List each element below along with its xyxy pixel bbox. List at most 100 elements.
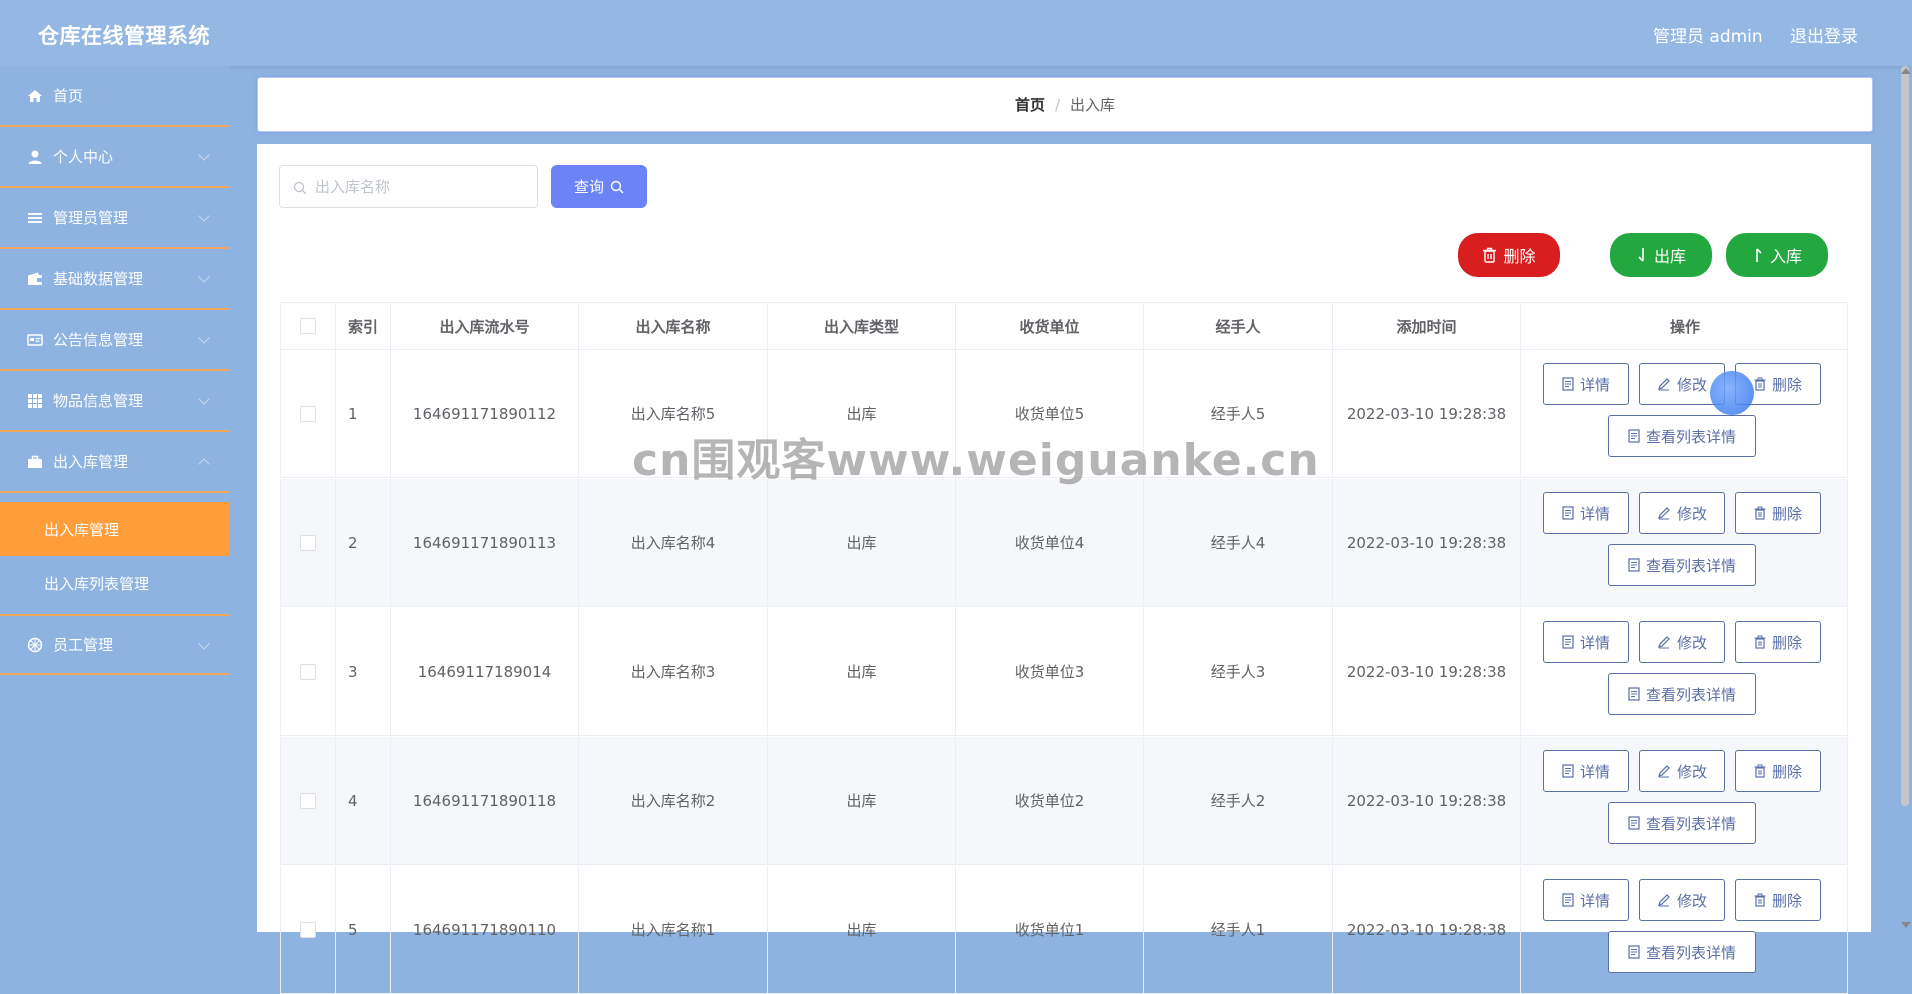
document-icon [1562,764,1574,778]
edit-icon [1657,377,1671,391]
outbound-button[interactable]: 出库 [1610,233,1712,277]
list-detail-button[interactable]: 查看列表详情 [1608,802,1756,844]
table-row: 4 164691171890118 出入库名称2 出库 收货单位2 经手人2 2022-03… [280,737,1848,865]
list-detail-label: 查看列表详情 [1645,427,1736,446]
edit-button[interactable]: 修改 [1639,879,1725,921]
cell-name: 出入库名称2 [579,737,768,864]
row-checkbox[interactable] [300,792,316,809]
sidebar-item-basic-data[interactable]: 基础数据管理 [0,249,230,310]
edit-button[interactable]: 修改 [1639,492,1725,534]
logout-link[interactable]: 退出登录 [1790,22,1858,47]
detail-label: 详情 [1579,375,1610,394]
table-row: 3 16469117189014 出入库名称3 出库 收货单位3 经手人3 2022-03-… [280,608,1848,736]
submenu-label: 出入库列表管理 [44,574,150,593]
row-checkbox[interactable] [300,921,316,938]
submenu-label: 出入库管理 [44,520,120,539]
cell-type: 出库 [768,866,956,993]
list-icon [27,210,43,226]
row-delete-button[interactable]: 删除 [1735,492,1821,534]
vertical-scrollbar[interactable] [1901,66,1909,806]
search-field[interactable] [279,165,538,208]
detail-button[interactable]: 详情 [1543,621,1629,663]
cell-name: 出入库名称1 [579,866,768,993]
cell-receiver: 收货单位1 [956,866,1144,993]
detail-button[interactable]: 详情 [1543,363,1629,405]
card-icon [27,332,43,348]
list-detail-button[interactable]: 查看列表详情 [1608,673,1756,715]
arrow-up-icon [1752,247,1764,263]
chevron-down-icon [198,271,210,283]
sidebar-item-label: 基础数据管理 [53,270,144,288]
edit-button[interactable]: 修改 [1639,621,1725,663]
wallet-icon [27,271,43,287]
sidebar-item-admin[interactable]: 管理员管理 [0,188,230,249]
row-checkbox[interactable] [300,405,316,422]
list-detail-button[interactable]: 查看列表详情 [1608,415,1756,457]
sidebar-item-goods[interactable]: 物品信息管理 [0,371,230,432]
edit-button[interactable]: 修改 [1639,750,1725,792]
outbound-label: 出库 [1653,247,1686,266]
row-delete-button[interactable]: 删除 [1735,879,1821,921]
sidebar-item-profile[interactable]: 个人中心 [0,127,230,188]
edit-label: 修改 [1676,375,1707,394]
cell-serial: 164691171890113 [391,479,579,606]
cell-handler: 经手人5 [1144,350,1333,477]
row-checkbox[interactable] [300,534,316,551]
scroll-up-arrow[interactable] [1901,68,1911,74]
breadcrumb-current: 出入库 [1070,96,1116,114]
breadcrumb: 首页 / 出入库 [257,77,1873,132]
sidebar-item-label: 管理员管理 [53,209,129,227]
row-delete-button[interactable]: 删除 [1735,621,1821,663]
sidebar-item-label: 首页 [53,87,84,105]
list-detail-label: 查看列表详情 [1645,685,1736,704]
list-detail-button[interactable]: 查看列表详情 [1608,544,1756,586]
trash-icon [1754,893,1766,907]
sidebar-item-inout[interactable]: 出入库管理 [0,432,230,493]
submenu-inout-manage[interactable]: 出入库管理 [0,502,230,556]
cell-receiver: 收货单位4 [956,479,1144,606]
cell-receiver: 收货单位3 [956,608,1144,735]
sidebar-item-staff[interactable]: 员工管理 [0,614,230,675]
list-detail-label: 查看列表详情 [1645,556,1736,575]
select-all-checkbox[interactable] [300,318,316,334]
cell-time: 2022-03-10 19:28:38 [1333,350,1521,477]
row-checkbox[interactable] [300,663,316,680]
cell-serial: 164691171890118 [391,737,579,864]
cell-serial: 16469117189014 [391,608,579,735]
batch-delete-button[interactable]: 删除 [1458,233,1560,277]
scroll-down-arrow[interactable] [1901,922,1911,928]
edit-icon [1657,635,1671,649]
cell-serial: 164691171890112 [391,350,579,477]
submenu-inout-list[interactable]: 出入库列表管理 [0,556,230,610]
detail-button[interactable]: 详情 [1543,879,1629,921]
cell-ops: 详情 修改 删除查看列表详情 [1517,866,1847,993]
arrow-down-icon [1636,247,1648,263]
table-row: 5 164691171890110 出入库名称1 出库 收货单位1 经手人1 2022-03… [280,866,1848,994]
edit-label: 修改 [1676,504,1707,523]
detail-button[interactable]: 详情 [1543,492,1629,534]
sidebar-item-home[interactable]: 首页 [0,66,230,127]
row-delete-button[interactable]: 删除 [1735,750,1821,792]
wheel-icon [27,637,43,653]
detail-button[interactable]: 详情 [1543,750,1629,792]
header-type: 出入库类型 [768,303,956,349]
sidebar-item-label: 个人中心 [53,148,114,166]
trash-icon [1754,377,1766,391]
chevron-down-icon [198,149,210,161]
home-icon [27,88,43,104]
inbound-button[interactable]: 入库 [1726,233,1828,277]
trash-icon [1754,764,1766,778]
cell-handler: 经手人3 [1144,608,1333,735]
delete-label: 删除 [1503,247,1536,266]
cell-index: 5 [336,866,391,993]
breadcrumb-home[interactable]: 首页 [1015,94,1045,115]
cell-select [281,350,336,477]
list-detail-button[interactable]: 查看列表详情 [1608,931,1756,973]
query-button[interactable]: 查询 [551,165,647,208]
search-input[interactable] [313,176,527,197]
sidebar-item-notice[interactable]: 公告信息管理 [0,310,230,371]
cell-type: 出库 [768,737,956,864]
cell-select [281,479,336,606]
document-icon [1628,687,1640,701]
inbound-label: 入库 [1769,247,1802,266]
